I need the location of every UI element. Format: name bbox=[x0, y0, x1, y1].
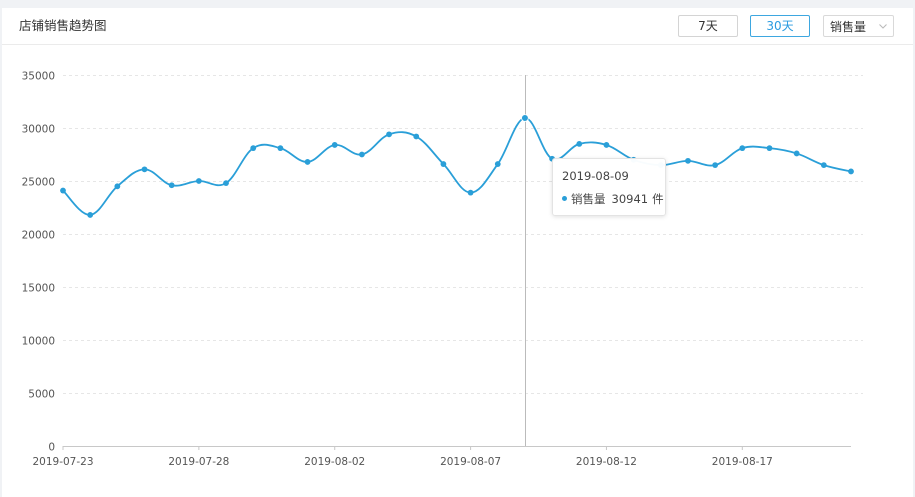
y-tick-label: 20000 bbox=[22, 230, 55, 242]
highlighted-data-point[interactable] bbox=[521, 114, 529, 122]
x-tick-label: 2019-08-12 bbox=[576, 456, 637, 468]
tooltip-value: 30941 bbox=[611, 192, 649, 206]
tooltip-series-name: 销售量 bbox=[571, 192, 606, 206]
chart-tooltip: 2019-08-09 销售量 30941 件 bbox=[552, 158, 666, 216]
data-point[interactable] bbox=[331, 142, 338, 148]
data-point[interactable] bbox=[60, 187, 66, 194]
data-point[interactable] bbox=[739, 145, 746, 152]
data-point[interactable] bbox=[603, 142, 610, 148]
x-tick-label: 2019-07-28 bbox=[168, 456, 229, 468]
grid-lines bbox=[63, 75, 863, 394]
data-point[interactable] bbox=[304, 159, 311, 165]
y-tick-label: 5000 bbox=[28, 389, 55, 401]
y-tick-label: 15000 bbox=[22, 283, 55, 295]
data-point[interactable] bbox=[576, 141, 583, 147]
tooltip-date: 2019-08-09 bbox=[562, 169, 629, 183]
x-tick-label: 2019-08-02 bbox=[304, 456, 365, 468]
data-point[interactable] bbox=[494, 161, 501, 167]
data-point[interactable] bbox=[223, 180, 229, 187]
data-point[interactable] bbox=[413, 133, 420, 140]
data-point[interactable] bbox=[195, 178, 202, 184]
data-point[interactable] bbox=[141, 166, 148, 173]
y-tick-label: 10000 bbox=[22, 336, 55, 348]
data-point[interactable] bbox=[114, 183, 121, 190]
y-tick-label: 30000 bbox=[22, 124, 55, 136]
axes: 0 5000 10000 15000 20000 25000 30000 35000 2019-… bbox=[22, 71, 851, 468]
data-point[interactable] bbox=[712, 162, 719, 169]
series-dot-icon bbox=[562, 196, 567, 201]
y-tick-label: 0 bbox=[48, 442, 55, 454]
y-tick-label: 25000 bbox=[22, 177, 55, 189]
data-point[interactable] bbox=[820, 162, 827, 169]
series-line bbox=[62, 117, 852, 216]
data-point[interactable] bbox=[277, 145, 284, 152]
data-point[interactable] bbox=[250, 145, 257, 152]
data-point[interactable] bbox=[793, 150, 800, 157]
data-point[interactable] bbox=[848, 168, 854, 175]
points-layer[interactable] bbox=[60, 114, 854, 218]
data-point[interactable] bbox=[766, 145, 773, 152]
data-point[interactable] bbox=[467, 189, 474, 196]
data-point[interactable] bbox=[168, 182, 175, 189]
data-point[interactable] bbox=[87, 212, 94, 218]
sales-line-chart[interactable]: 0 5000 10000 15000 20000 25000 30000 35000 2019-… bbox=[0, 0, 915, 497]
data-point[interactable] bbox=[359, 151, 365, 158]
x-tick-label: 2019-07-23 bbox=[32, 456, 93, 468]
tooltip-unit: 件 bbox=[652, 192, 664, 206]
series-layer bbox=[62, 117, 852, 216]
data-point[interactable] bbox=[440, 161, 447, 167]
y-tick-label: 35000 bbox=[22, 71, 55, 83]
tooltip-row: 销售量 30941 件 bbox=[562, 192, 664, 206]
x-tick-label: 2019-08-17 bbox=[712, 456, 773, 468]
data-point[interactable] bbox=[685, 157, 691, 164]
x-tick-label: 2019-08-07 bbox=[440, 456, 501, 468]
data-point[interactable] bbox=[386, 131, 392, 138]
